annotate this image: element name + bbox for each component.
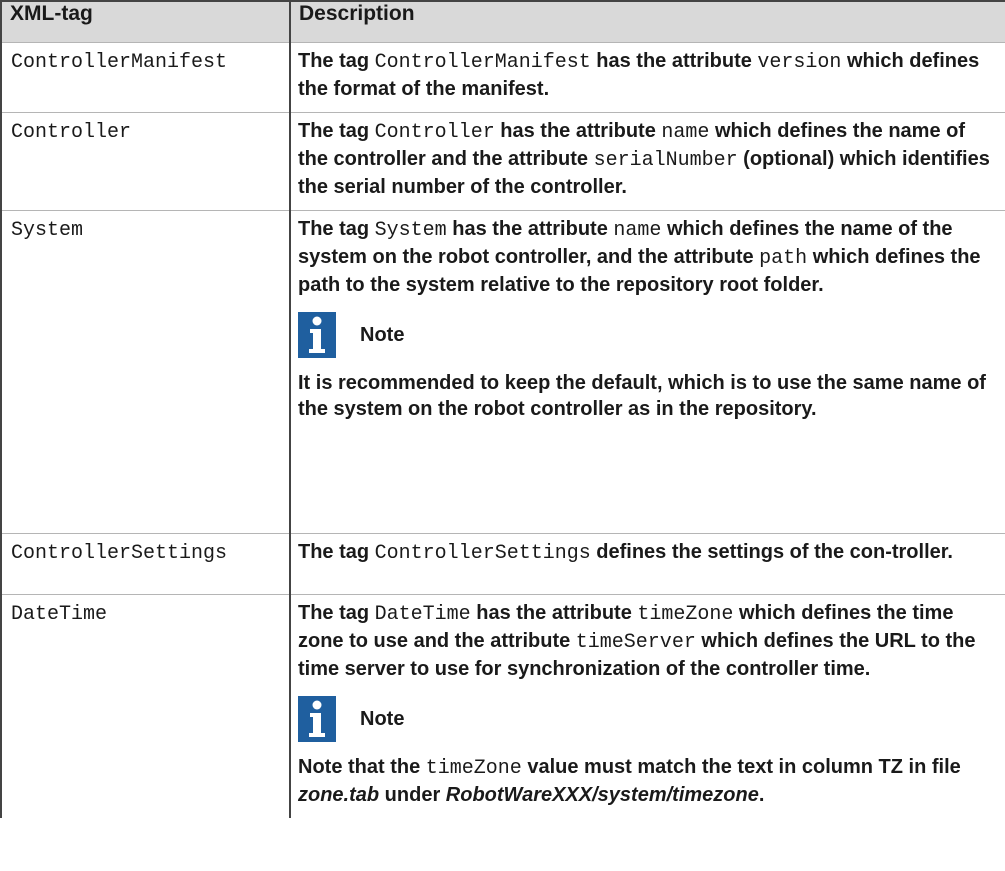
note-title: Note — [360, 324, 405, 346]
note-header: Note — [298, 312, 997, 358]
description-cell: The tag ControllerSettings defines the s… — [289, 533, 1005, 595]
table-row: System The tag System has the attribute … — [0, 210, 1005, 534]
header-description: Description — [289, 0, 1005, 43]
note-title: Note — [360, 708, 405, 730]
info-icon — [298, 696, 336, 742]
note-text: Note that the timeZone value must match … — [298, 756, 961, 806]
table-row: DateTime The tag DateTime has the attrib… — [0, 594, 1005, 818]
description-cell: The tag Controller has the attribute nam… — [289, 112, 1005, 211]
xml-tag-table: XML-tag Description ControllerManifest T… — [0, 0, 1005, 818]
note-header: Note — [298, 696, 997, 742]
header-xml-tag: XML-tag — [0, 0, 291, 43]
note-text: It is recommended to keep the default, w… — [298, 372, 986, 420]
xml-tag-cell: ControllerSettings — [0, 533, 291, 595]
xml-tag-cell: ControllerManifest — [0, 42, 291, 113]
info-icon — [298, 312, 336, 358]
table-row: Controller The tag Controller has the at… — [0, 112, 1005, 211]
description-cell: The tag System has the attribute name wh… — [289, 210, 1005, 534]
xml-tag-cell: DateTime — [0, 594, 291, 818]
description-cell: The tag ControllerManifest has the attri… — [289, 42, 1005, 113]
description-cell: The tag DateTime has the attribute timeZ… — [289, 594, 1005, 818]
table-row: ControllerSettings The tag ControllerSet… — [0, 533, 1005, 595]
xml-tag-cell: Controller — [0, 112, 291, 211]
xml-tag-cell: System — [0, 210, 291, 534]
table-row: ControllerManifest The tag ControllerMan… — [0, 42, 1005, 113]
table-header-row: XML-tag Description — [0, 0, 1005, 43]
